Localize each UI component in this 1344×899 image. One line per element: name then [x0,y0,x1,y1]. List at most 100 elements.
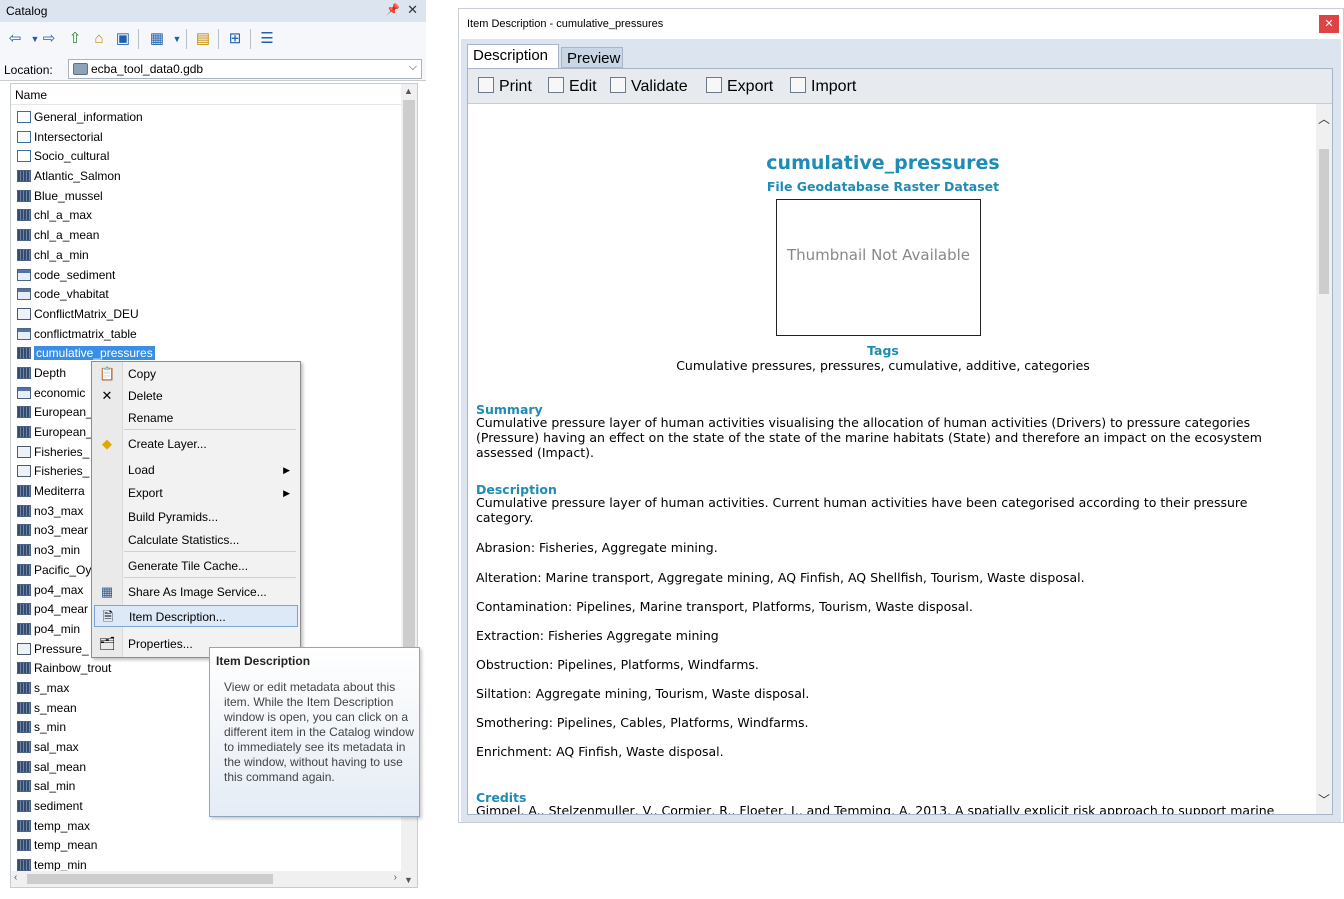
menu-item-export[interactable]: Export ▶ [94,482,298,504]
catalog-item-label: Mediterra [34,484,85,499]
raster-icon [17,603,31,616]
raster-icon [17,248,31,261]
home-folder-icon[interactable]: ⌂ [90,30,108,48]
submenu-arrow-icon: ▶ [283,488,290,498]
menu-item-create-layer[interactable]: ◆ Create Layer... [94,433,298,455]
close-button[interactable]: ✕ [1319,15,1339,33]
catalog-item-label: no3_max [34,503,84,518]
catalog-item[interactable]: Intersectorial [17,128,397,148]
edit-icon [548,77,564,93]
import-icon [790,77,806,93]
toggle-contents-icon[interactable]: ⊞ [226,30,244,48]
tags-heading: Tags [867,343,899,358]
catalog-item-label: European_ [34,405,93,420]
catalog-item-label: Fisheries_ [34,464,90,479]
options-icon[interactable]: ☰ [258,30,276,48]
tooltip-title: Item Description [216,654,311,668]
pressure-line: Siltation: Aggregate mining, Tourism, Wa… [476,686,810,701]
catalog-item-label: sal_min [34,779,76,794]
scroll-right-icon[interactable]: › [394,872,397,883]
name-column-header[interactable]: Name [11,84,417,105]
catalog-item[interactable]: temp_max [17,817,397,837]
catalog-item-label: Fisheries_ [34,444,90,459]
horizontal-scrollbar[interactable]: ‹ › [11,871,401,887]
catalog-item-label: Depth [34,365,67,380]
pressure-line: Abrasion: Fisheries, Aggregate mining. [476,540,718,555]
view-icon[interactable]: ▦ [148,30,166,48]
raster-icon [17,563,31,576]
connect-folder-icon[interactable]: ▣ [114,30,132,48]
document-scrollbar[interactable]: ︿ ﹀ [1316,104,1332,814]
catalog-item[interactable]: code_vhabitat [17,285,397,305]
tab-description[interactable]: Description [467,44,559,68]
menu-item-item-description[interactable]: 🗎 Item Description... [94,605,298,627]
catalog-item[interactable]: Socio_cultural [17,147,397,167]
close-icon[interactable]: ✕ [407,2,418,18]
raster-icon [17,366,31,379]
catalog-item[interactable]: chl_a_min [17,246,397,266]
chevron-down-icon[interactable]: ⌵ [409,61,417,74]
metadata-document: cumulative_pressures File Geodatabase Ra… [468,104,1316,814]
view-dropdown-icon[interactable]: ▼ [168,30,186,48]
catalog-item[interactable]: chl_a_max [17,206,397,226]
printer-icon [478,77,494,93]
scroll-down-icon[interactable]: ▼ [404,875,413,885]
menu-item-calculate-statistics[interactable]: Calculate Statistics... [94,529,298,551]
document-scroll-thumb[interactable] [1319,149,1329,294]
menu-item-rename[interactable]: Rename [94,407,298,429]
chevron-down-icon[interactable]: ﹀ [1318,791,1330,808]
edit-button[interactable]: Edit [548,77,597,96]
window-title: Item Description - cumulative_pressures [467,18,664,30]
catalog-item[interactable]: ConflictMatrix_DEU [17,305,397,325]
print-button[interactable]: Print [478,77,532,96]
raster-icon [17,504,31,517]
pressure-line: Smothering: Pipelines, Cables, Platforms… [476,715,809,730]
location-input[interactable]: ecba_tool_data0.gdb ⌵ [68,59,422,79]
raster-icon [17,426,31,438]
catalog-item[interactable]: General_information [17,108,397,128]
menu-item-copy[interactable]: 📋 Copy [94,363,298,385]
hscroll-thumb[interactable] [27,874,273,884]
menu-separator [124,577,296,578]
tab-preview[interactable]: Preview [561,47,623,68]
catalog-item-label: po4_mear [34,602,89,617]
menu-item-label: Delete [128,389,163,403]
submenu-arrow-icon: ▶ [283,465,290,475]
catalog-item[interactable]: conflictmatrix_table [17,325,397,345]
create-layer-icon: ◆ [102,436,112,451]
forward-icon[interactable]: ⇨ [40,30,58,48]
menu-item-label: Build Pyramids... [128,510,219,524]
import-label: Import [811,78,857,95]
menu-item-build-pyramids[interactable]: Build Pyramids... [94,506,298,528]
menu-item-delete[interactable]: ✕ Delete [94,385,298,407]
catalog-item-label: temp_mean [34,838,98,853]
location-label: Location: [4,63,53,77]
catalog-item[interactable]: code_sediment [17,266,397,286]
new-folder-icon[interactable]: ▤ [194,30,212,48]
back-icon[interactable]: ⇦ [6,30,24,48]
catalog-item[interactable]: temp_mean [17,836,397,856]
catalog-item[interactable]: Atlantic_Salmon [17,167,397,187]
pin-icon[interactable]: 📌 [386,3,400,16]
menu-item-generate-tile-cache[interactable]: Generate Tile Cache... [94,555,298,577]
tooltip-body: View or edit metadata about this item. W… [224,680,414,784]
import-button[interactable]: Import [790,77,856,96]
catalog-item-label: code_sediment [34,267,116,282]
scroll-left-icon[interactable]: ‹ [14,872,17,883]
menu-item-share-as-image-service[interactable]: ▦ Share As Image Service... [94,581,298,603]
pressure-line: Extraction: Fisheries Aggregate mining [476,628,719,643]
table-icon [17,386,31,399]
chevron-up-icon[interactable]: ︿ [1318,110,1330,127]
scroll-up-icon[interactable]: ▲ [404,86,413,96]
menu-item-load[interactable]: Load ▶ [94,459,298,481]
table-icon [17,288,31,301]
catalog-item[interactable]: chl_a_mean [17,226,397,246]
export-button[interactable]: Export [706,77,773,96]
catalog-item-label: sal_max [34,740,79,754]
catalog-item[interactable]: Blue_mussel [17,187,397,207]
up-level-icon[interactable]: ⇧ [66,30,84,48]
raster-icon [17,485,31,498]
catalog-item-label: General_information [34,110,143,124]
validate-icon [610,77,626,93]
validate-button[interactable]: Validate [610,77,688,96]
